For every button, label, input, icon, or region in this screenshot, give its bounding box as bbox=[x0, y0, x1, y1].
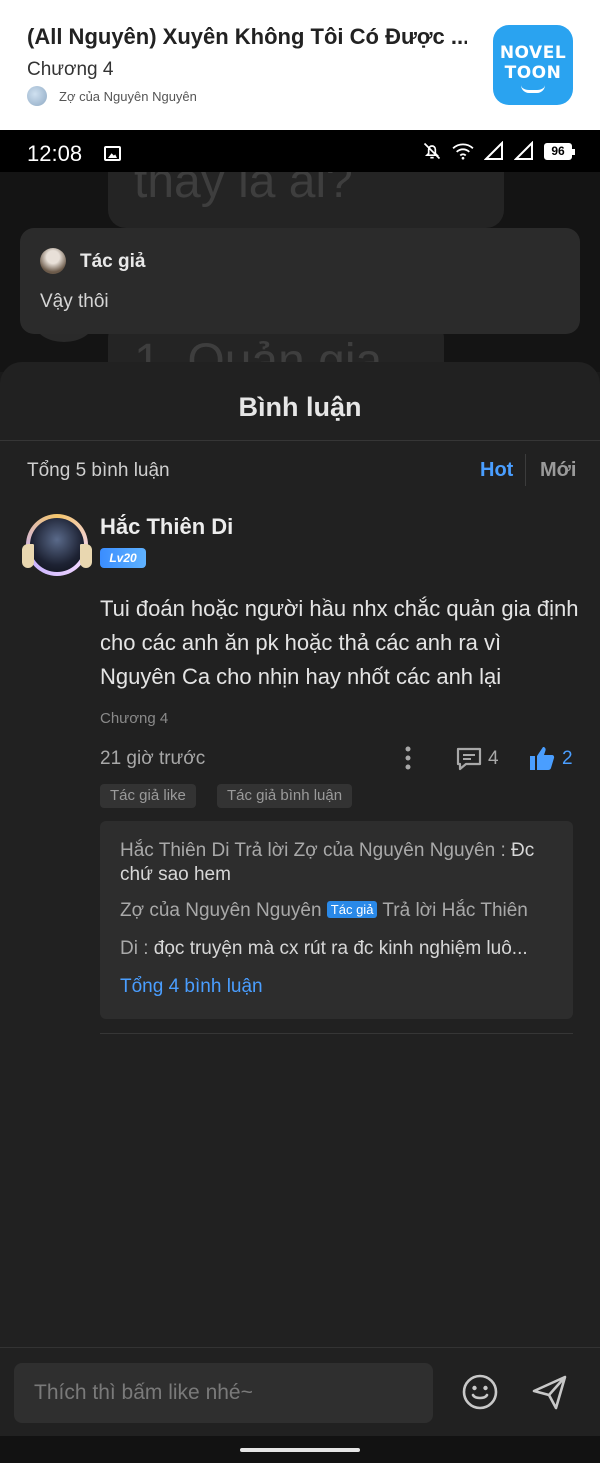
like-count: 2 bbox=[562, 748, 573, 769]
thumbs-up-icon[interactable] bbox=[528, 744, 556, 772]
comment-time: 21 giờ trước bbox=[100, 748, 206, 769]
wing-decoration bbox=[80, 544, 92, 568]
signal-icon bbox=[514, 141, 533, 160]
divider bbox=[0, 440, 600, 441]
battery-icon: 96 bbox=[544, 142, 575, 160]
divider bbox=[0, 1347, 600, 1348]
noveltoon-logo[interactable]: NOVEL TOON bbox=[493, 25, 573, 105]
app-header: (All Nguyên) Xuyên Không Tôi Có Được ...… bbox=[0, 0, 600, 130]
chapter-label: Chương 4 bbox=[27, 59, 114, 80]
commenter-name[interactable]: Hắc Thiên Di bbox=[100, 514, 233, 540]
reply-text: đọc truyện mà cx rút ra đc kinh nghiệm l… bbox=[153, 938, 528, 959]
view-all-replies-link[interactable]: Tổng 4 bình luận bbox=[120, 976, 263, 998]
logo-line-1: NOVEL bbox=[499, 43, 567, 63]
story-title[interactable]: (All Nguyên) Xuyên Không Tôi Có Được ... bbox=[27, 24, 467, 50]
author-note-text: Vậy thôi bbox=[40, 291, 109, 312]
replies-box[interactable]: Hắc Thiên Di Trả lời Zợ của Nguyên Nguyê… bbox=[100, 821, 573, 1019]
reply-item[interactable]: Hắc Thiên Di Trả lời Zợ của Nguyên Nguyê… bbox=[120, 839, 560, 887]
chat-bubble-text: thấy là ai? bbox=[134, 172, 353, 208]
level-badge: Lv20 bbox=[100, 548, 146, 568]
comment-icon[interactable] bbox=[455, 746, 483, 772]
signal-icon bbox=[484, 141, 503, 160]
navigation-bar bbox=[0, 1436, 600, 1463]
author-avatar bbox=[40, 248, 66, 274]
author-name: Zợ của Nguyên Nguyên bbox=[59, 88, 197, 104]
reply-action: Trả lời Zợ của Nguyên Nguyên : bbox=[229, 840, 512, 861]
author-note-card[interactable]: Tác giả Vậy thôi bbox=[20, 228, 580, 334]
author-liked-tag: Tác giả like bbox=[100, 784, 196, 808]
reply-action: Trả lời Hắc Thiên bbox=[377, 900, 528, 921]
reply-action: Di : bbox=[120, 938, 154, 959]
emoji-icon[interactable] bbox=[460, 1372, 500, 1412]
commenter-avatar[interactable] bbox=[22, 512, 92, 576]
author-note-name: Tác giả bbox=[80, 251, 146, 272]
bell-off-icon bbox=[423, 142, 441, 160]
comments-panel: Bình luận Tổng 5 bình luận Hot Mới Hắc T… bbox=[0, 362, 600, 1463]
reply-user: Zợ của Nguyên Nguyên bbox=[120, 900, 322, 921]
more-options-icon[interactable] bbox=[398, 744, 418, 772]
comment-body[interactable]: Tui đoán hoặc người hầu nhx chắc quản gi… bbox=[100, 592, 580, 694]
status-bar: 12:08 96 bbox=[0, 130, 600, 172]
sort-new-tab[interactable]: Mới bbox=[540, 459, 576, 482]
home-gesture-handle[interactable] bbox=[240, 1448, 360, 1452]
author-avatar bbox=[27, 86, 47, 106]
send-icon[interactable] bbox=[530, 1372, 570, 1412]
sort-hot-tab[interactable]: Hot bbox=[480, 459, 513, 482]
image-icon bbox=[104, 146, 121, 161]
reply-item[interactable]: Zợ của Nguyên Nguyên Tác giả Trả lời Hắc… bbox=[120, 899, 560, 923]
comment-input[interactable] bbox=[14, 1363, 433, 1423]
panel-title: Bình luận bbox=[238, 392, 362, 422]
status-time: 12:08 bbox=[27, 141, 83, 166]
status-icons: 96 bbox=[422, 141, 575, 161]
logo-line-2: TOON bbox=[504, 63, 562, 83]
author-commented-tag: Tác giả bình luận bbox=[217, 784, 353, 808]
comment-total: Tổng 5 bình luận bbox=[27, 460, 170, 481]
author-badge: Tác giả bbox=[326, 901, 378, 918]
divider bbox=[100, 1033, 573, 1034]
divider bbox=[525, 454, 526, 486]
wifi-icon bbox=[452, 143, 474, 160]
wing-decoration bbox=[22, 544, 34, 568]
reply-user: Hắc Thiên Di bbox=[120, 840, 230, 861]
avatar bbox=[30, 518, 84, 572]
reply-count: 4 bbox=[488, 748, 499, 769]
reply-item-continued[interactable]: Di : đọc truyện mà cx rút ra đc kinh ngh… bbox=[120, 937, 560, 961]
author-row[interactable]: Zợ của Nguyên Nguyên bbox=[27, 86, 197, 106]
comment-chapter: Chương 4 bbox=[100, 710, 169, 727]
logo-smile-icon bbox=[521, 85, 545, 93]
